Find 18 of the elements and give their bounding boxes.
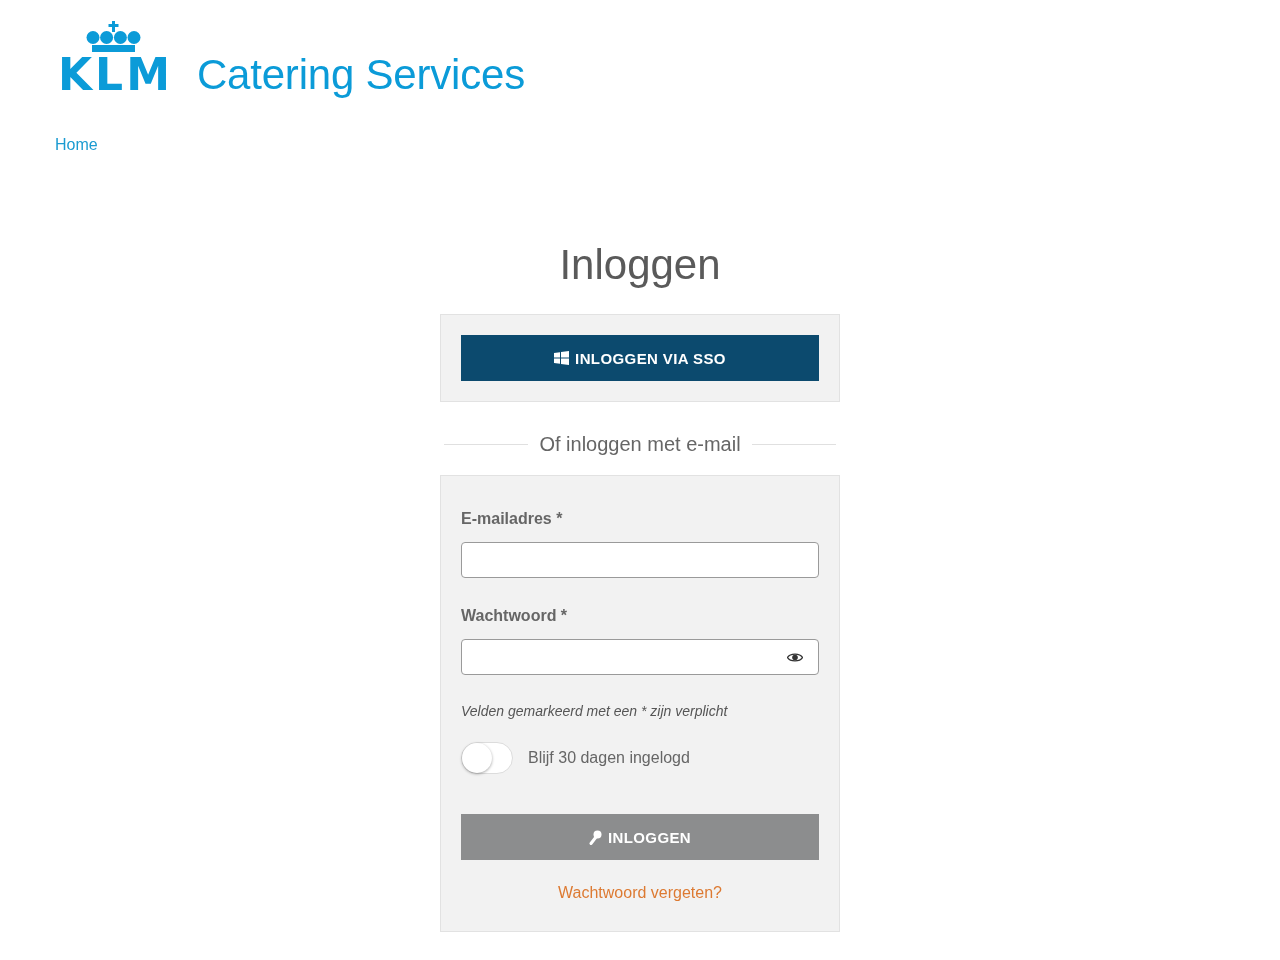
crown-icon bbox=[86, 20, 142, 52]
password-field[interactable] bbox=[461, 639, 819, 675]
toggle-label: Blijf 30 dagen ingelogd bbox=[528, 748, 690, 768]
key-icon bbox=[588, 829, 602, 845]
page-title: Inloggen bbox=[558, 240, 722, 290]
forgot-password-link[interactable]: Wachtwoord vergeten? bbox=[558, 882, 722, 904]
logo-name: Catering Services bbox=[196, 53, 525, 97]
divider-label: Of inloggen met e-mail bbox=[539, 432, 741, 457]
field-label: E-mailadres * bbox=[461, 509, 564, 529]
email-field[interactable] bbox=[461, 542, 819, 578]
field-label: Wachtwoord * bbox=[461, 606, 569, 626]
windows-icon bbox=[554, 351, 570, 365]
eye-icon[interactable] bbox=[787, 651, 803, 663]
breadcrumb-link[interactable]: Home bbox=[55, 134, 98, 156]
logo-wordmark: KLM bbox=[57, 53, 173, 97]
sso-button[interactable]: INLOGGEN VIA SSO bbox=[461, 335, 819, 381]
toggle-switch[interactable] bbox=[461, 742, 513, 774]
required-note: Velden gemarkeerd met een * zijn verplicht bbox=[461, 702, 729, 721]
